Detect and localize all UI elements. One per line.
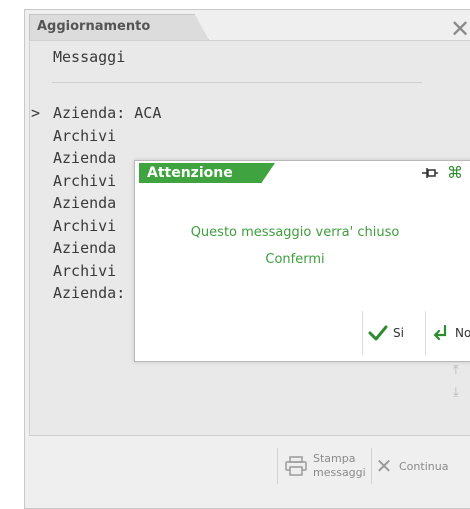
message-text: Archivi — [53, 171, 117, 190]
yes-button[interactable]: Si — [367, 317, 425, 349]
message-text: Azienda — [53, 149, 117, 167]
message-text: Archivi — [53, 216, 117, 235]
message-text: Azienda: ACA — [53, 104, 162, 122]
dialog-message: Questo messaggio verra' chiuso Confermi — [135, 219, 455, 273]
continue-label: Continua — [399, 459, 449, 473]
tab-strip: Aggiornamento ✕ — [25, 10, 470, 41]
print-label-line1: Stampa — [313, 452, 356, 465]
continue-button[interactable]: ✕ Continua — [373, 444, 470, 488]
close-icon: ✕ — [375, 454, 393, 478]
no-button[interactable]: No — [429, 317, 470, 349]
scroll-top-icon[interactable]: ⤒ — [453, 360, 469, 382]
panel-divider — [52, 82, 422, 83]
dialog-message-line1: Questo messaggio verra' chiuso — [190, 225, 400, 240]
bottom-toolbar: Stampa messaggi ✕ Continua — [277, 444, 470, 488]
checkmark-icon — [367, 322, 389, 344]
tab-label: Aggiornamento — [37, 19, 151, 34]
current-marker: > — [31, 104, 41, 122]
close-icon[interactable]: ✕ — [449, 17, 470, 41]
print-label-line2: messaggi — [313, 466, 366, 479]
message-text: Azienda — [53, 239, 117, 257]
pin-icon[interactable] — [421, 165, 439, 181]
yes-label: Si — [393, 326, 404, 340]
tab-aggiornamento[interactable]: Aggiornamento — [29, 14, 209, 40]
scroll-bottom-icon[interactable]: ⤓ — [453, 382, 469, 404]
dialog-title-text: Attenzione — [147, 165, 233, 181]
dialog-divider — [425, 311, 426, 355]
message-text: Azienda — [53, 194, 117, 212]
message-text: Archivi — [53, 126, 117, 145]
scroll-controls: ⤒ ⤓ — [453, 360, 469, 404]
dialog-message-line2: Confermi — [265, 252, 325, 267]
print-label: Stampa messaggi — [313, 452, 366, 480]
message-text: Archivi — [53, 261, 117, 280]
panel-title: Messaggi — [53, 48, 126, 66]
toolbar-divider — [277, 448, 278, 484]
dialog-title: Attenzione — [139, 163, 275, 183]
no-label: No — [455, 326, 470, 340]
list-item: Archivi — [25, 125, 161, 148]
print-messages-button[interactable]: Stampa messaggi — [283, 444, 371, 488]
dialog-divider — [362, 311, 363, 355]
list-item: > Azienda: ACA — [25, 102, 161, 125]
return-arrow-icon — [429, 322, 451, 344]
maximize-icon[interactable]: ⌘ — [447, 163, 467, 183]
printer-icon — [283, 453, 309, 479]
toolbar-divider — [371, 448, 372, 484]
confirm-dialog: Attenzione ⌘ Questo messaggio verra' chi… — [134, 160, 470, 362]
